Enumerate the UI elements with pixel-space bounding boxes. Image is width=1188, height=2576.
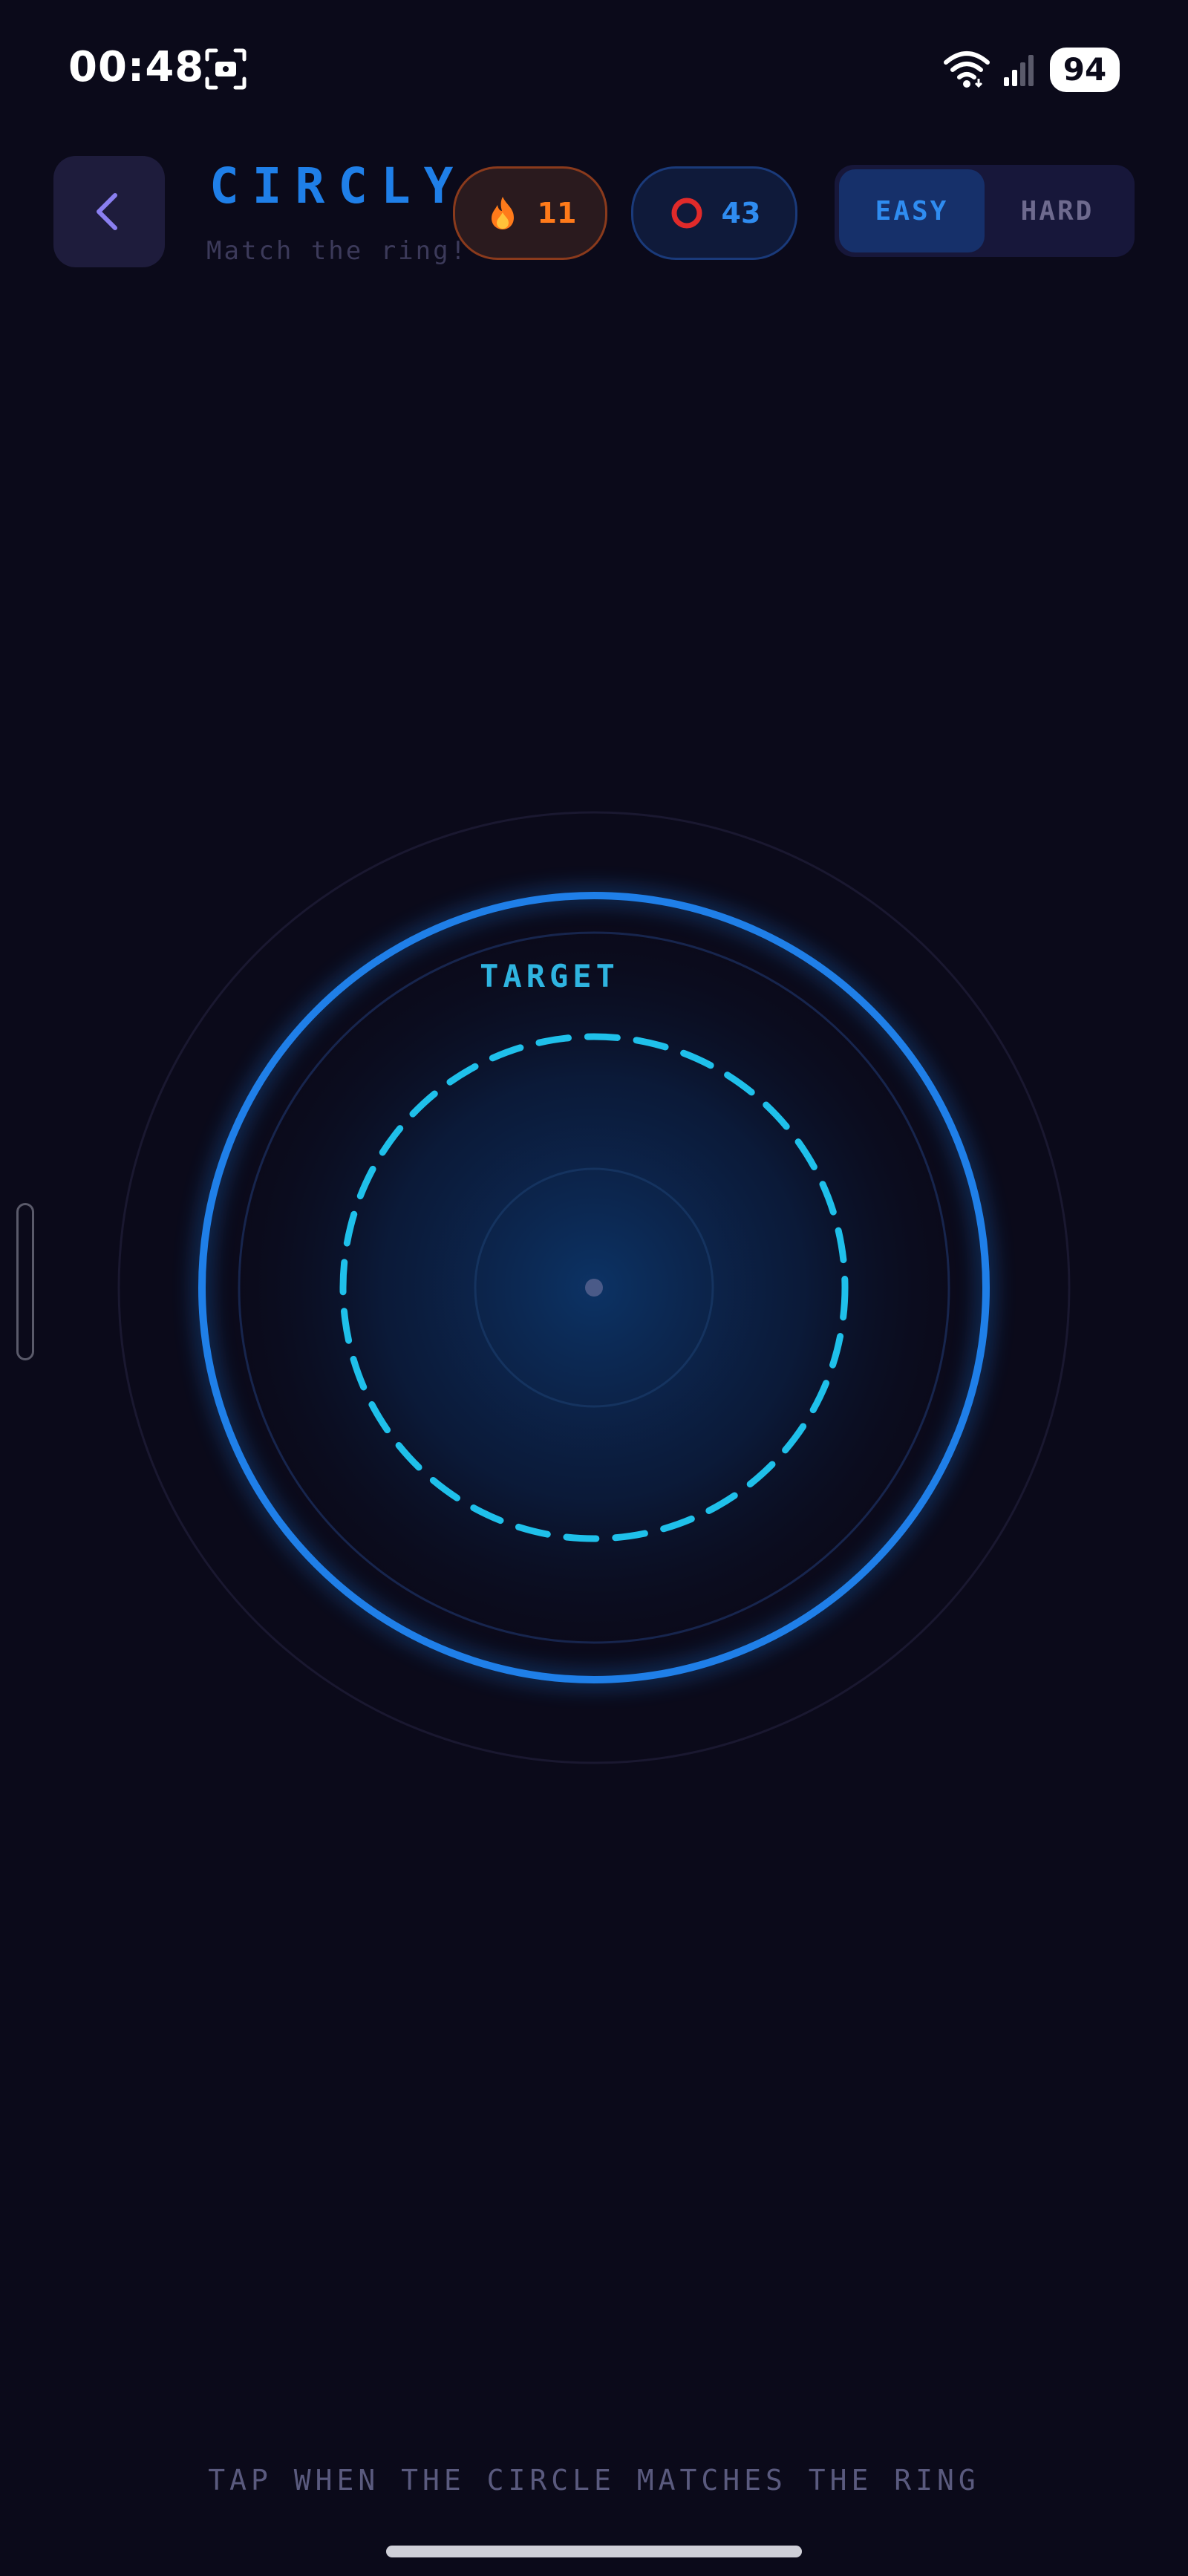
app-title: CIRCLY <box>209 157 467 215</box>
status-time: 00:48 <box>68 43 205 91</box>
streak-counter: 11 <box>453 166 607 260</box>
target-label: TARGET <box>480 958 619 994</box>
chevron-left-icon <box>97 193 117 230</box>
streak-value: 11 <box>537 197 577 229</box>
signal-icon <box>1004 55 1034 86</box>
app-subtitle: Match the ring! <box>206 236 469 266</box>
instruction-text: TAP WHEN THE CIRCLE MATCHES THE RING <box>208 2464 980 2497</box>
mode-hard-button[interactable]: HARD <box>985 169 1130 252</box>
ring-counter: 43 <box>631 166 797 260</box>
game-rings <box>117 811 1071 1764</box>
home-indicator[interactable] <box>386 2546 802 2557</box>
status-bar: 00:48 94 <box>0 0 1188 141</box>
fire-icon <box>491 197 514 229</box>
ring-value: 43 <box>721 197 761 229</box>
battery-level: 94 <box>1050 48 1120 92</box>
back-button[interactable] <box>53 156 165 267</box>
ring-icon <box>671 198 702 229</box>
center-dot <box>585 1279 603 1297</box>
difficulty-toggle: EASY HARD <box>835 165 1135 257</box>
game-screen: 00:48 94 CIRCLY Match the ring! 11 43 EA… <box>0 0 1188 2576</box>
screen-record-icon <box>205 48 247 90</box>
mode-easy-button[interactable]: EASY <box>839 169 985 252</box>
wifi-icon <box>944 51 990 88</box>
side-handle[interactable] <box>16 1203 34 1360</box>
game-area[interactable]: TARGET <box>0 772 1188 1812</box>
